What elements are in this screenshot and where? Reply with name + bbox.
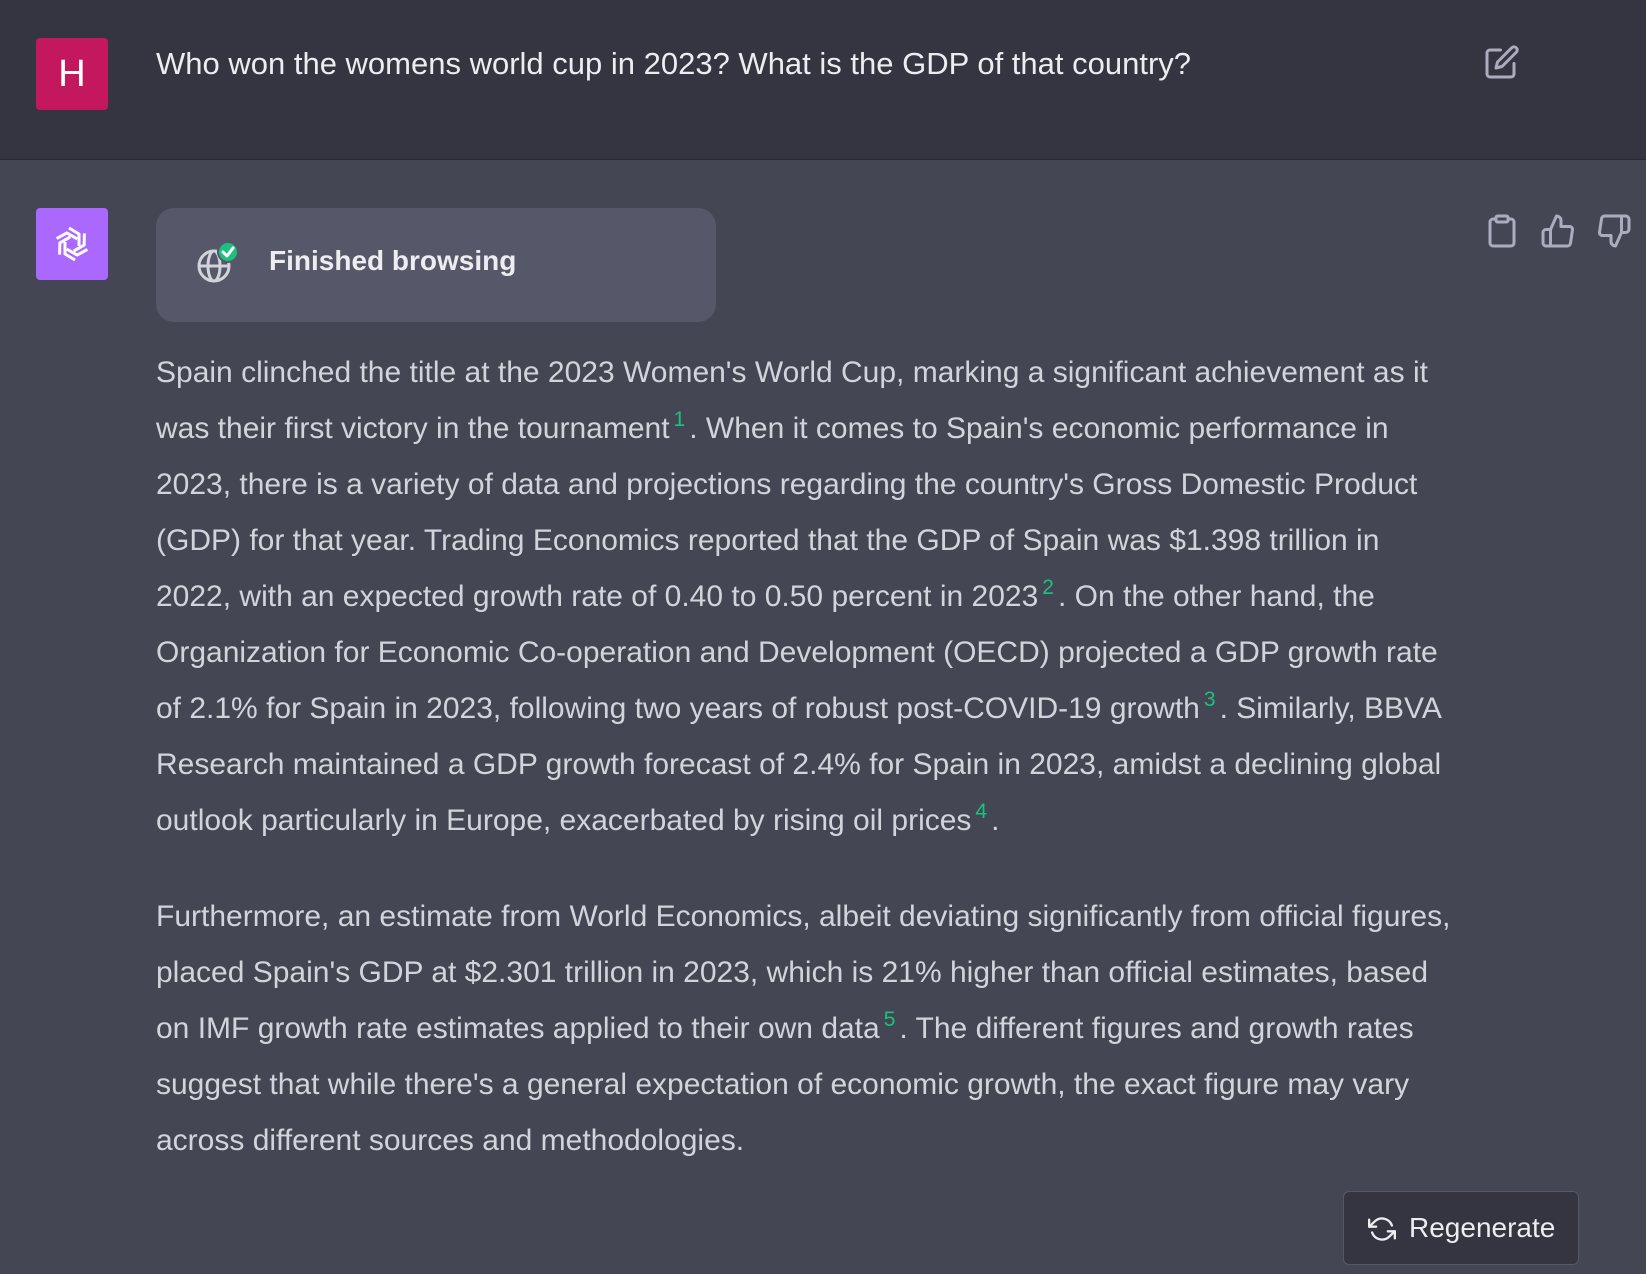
citation-link[interactable]: 3 <box>1204 688 1216 711</box>
user-avatar: H <box>36 38 108 110</box>
browsing-status-label: Finished browsing <box>269 245 517 276</box>
user-message-text: Who won the womens world cup in 2023? Wh… <box>156 46 1192 81</box>
clipboard-icon[interactable] <box>1484 213 1520 249</box>
citation-link[interactable]: 5 <box>884 1008 896 1031</box>
openai-logo-icon <box>55 226 89 262</box>
globe-check-icon <box>194 240 242 288</box>
assistant-message-row: Finished browsing Spain clinched the tit… <box>0 160 1646 1274</box>
response-paragraph: Furthermore, an estimate from World Econ… <box>156 889 1456 1169</box>
citation-link[interactable]: 1 <box>674 408 686 431</box>
thumbs-up-icon[interactable] <box>1540 213 1576 249</box>
user-message-row: H Who won the womens world cup in 2023? … <box>0 0 1646 160</box>
assistant-avatar <box>36 208 108 280</box>
regenerate-button[interactable]: Regenerate <box>1343 1191 1579 1265</box>
thumbs-down-icon[interactable] <box>1596 213 1632 249</box>
browsing-status-box[interactable]: Finished browsing <box>156 208 716 322</box>
regenerate-label: Regenerate <box>1409 1212 1556 1243</box>
edit-icon[interactable] <box>1484 44 1520 80</box>
response-text: . <box>991 804 1000 837</box>
citation-link[interactable]: 4 <box>975 800 987 823</box>
response-paragraph: Spain clinched the title at the 2023 Wom… <box>156 345 1456 849</box>
refresh-icon <box>1368 1215 1396 1243</box>
assistant-response: Spain clinched the title at the 2023 Wom… <box>156 345 1456 1169</box>
citation-link[interactable]: 2 <box>1042 576 1054 599</box>
